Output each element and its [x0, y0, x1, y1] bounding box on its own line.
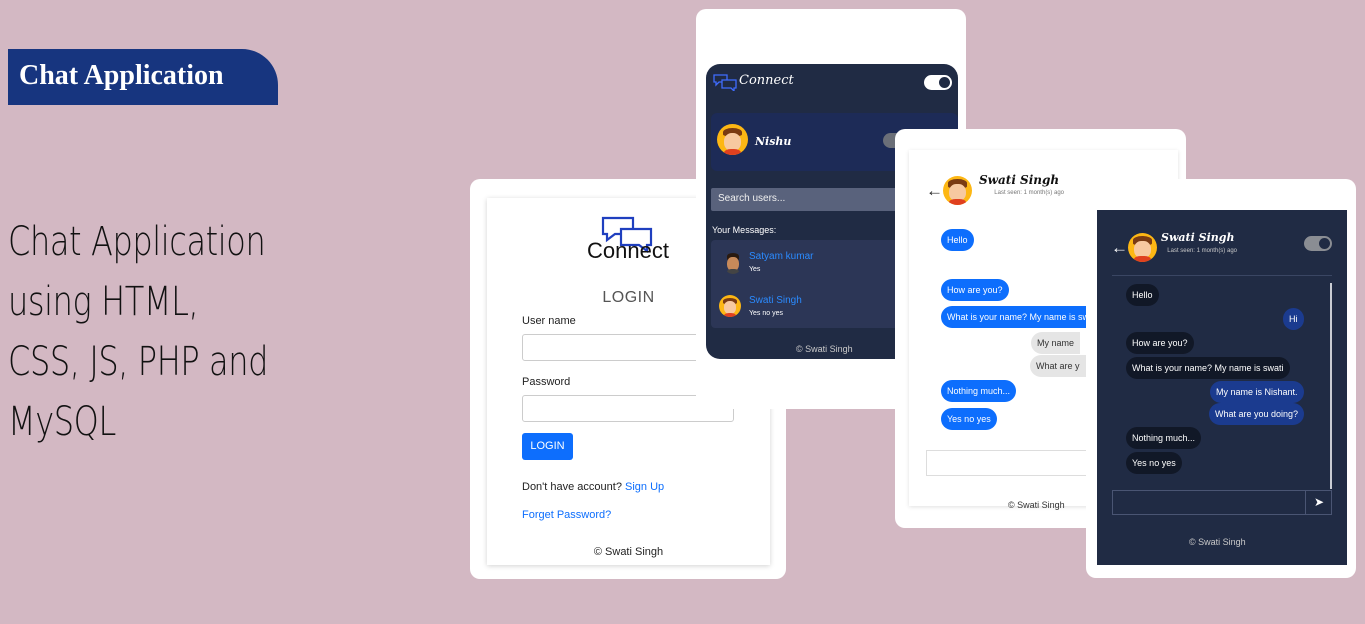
avatar: [943, 176, 972, 205]
no-account-text: Don't have account?: [522, 481, 622, 493]
chat-dark-window: ← Swati Singh Last seen: 1 month(s) ago …: [1097, 210, 1347, 565]
avatar: [719, 295, 741, 317]
message-bubble: Nothing much...: [1126, 427, 1202, 449]
message-bubble: What is your name? My name is sw: [941, 306, 1096, 328]
login-button[interactable]: LOGIN: [522, 433, 573, 460]
chat-footer: © Swati Singh: [1189, 537, 1246, 547]
message-bubble: What is your name? My name is swati: [1126, 357, 1290, 379]
avatar: [1128, 233, 1157, 262]
scrollbar[interactable]: [1330, 283, 1332, 489]
contact-last-message: Yes: [749, 266, 761, 273]
message-bubble: Yes no yes: [1126, 452, 1182, 474]
message-bubble: What are y: [1030, 355, 1086, 377]
chat-dark-screenshot: ← Swati Singh Last seen: 1 month(s) ago …: [1086, 179, 1356, 578]
contact-name: Satyam kumar: [749, 251, 814, 262]
theme-toggle[interactable]: [924, 75, 952, 90]
moon-icon: [939, 77, 950, 88]
theme-toggle[interactable]: [1304, 236, 1332, 251]
message-input[interactable]: [1112, 490, 1332, 515]
headline-line-2: CSS, JS, PHP and MySQL: [8, 339, 269, 445]
users-footer: © Swati Singh: [796, 344, 853, 354]
login-footer: © Swati Singh: [593, 546, 664, 558]
password-label: Password: [522, 376, 571, 388]
send-icon[interactable]: ➤: [1305, 490, 1332, 515]
message-bubble: How are you?: [1126, 332, 1194, 354]
signup-prompt: Don't have account? Sign Up: [522, 481, 664, 493]
avatar: [717, 124, 748, 155]
headline-line-1: Chat Application using HTML,: [8, 219, 266, 325]
chat-last-seen: Last seen: 1 month(s) ago: [994, 190, 1064, 196]
message-bubble: My name: [1031, 332, 1081, 354]
message-bubble: Nothing much...: [941, 380, 1017, 402]
signup-link[interactable]: Sign Up: [625, 481, 664, 493]
chat-last-seen: Last seen: 1 month(s) ago: [1167, 248, 1237, 254]
message-bubble: Hello: [1126, 284, 1159, 306]
back-arrow-icon[interactable]: ←: [926, 181, 943, 201]
contact-name: Swati Singh: [749, 295, 802, 306]
contact-last-message: Yes no yes: [749, 310, 783, 317]
message-bubble: Yes no yes: [941, 408, 997, 430]
avatar: [723, 250, 743, 274]
page-headline: Chat Application using HTML, CSS, JS, PH…: [8, 212, 352, 452]
page-badge: Chat Application: [8, 49, 278, 105]
message-bubble: Hello: [941, 229, 974, 251]
chat-logo-icon: [713, 74, 737, 91]
message-bubble: What are you doing?: [1209, 403, 1305, 425]
messages-section-label: Your Messages:: [712, 225, 777, 235]
chat-contact-name: Swati Singh: [979, 173, 1060, 187]
message-bubble: How are you?: [941, 279, 1009, 301]
current-user-name: Nishu: [755, 135, 792, 148]
chat-contact-name: Swati Singh: [1161, 231, 1235, 244]
message-bubble: Hi: [1283, 308, 1304, 330]
message-bubble: My name is Nishant.: [1210, 381, 1304, 403]
username-label: User name: [522, 315, 576, 327]
moon-icon: [1319, 238, 1330, 249]
chat-footer: © Swati Singh: [1008, 500, 1065, 510]
divider: [1112, 275, 1332, 276]
back-arrow-icon[interactable]: ←: [1111, 238, 1128, 258]
forget-password-link[interactable]: Forget Password?: [522, 509, 611, 521]
brand-name: Connect: [739, 73, 794, 88]
logo-text: Connect: [587, 238, 669, 263]
